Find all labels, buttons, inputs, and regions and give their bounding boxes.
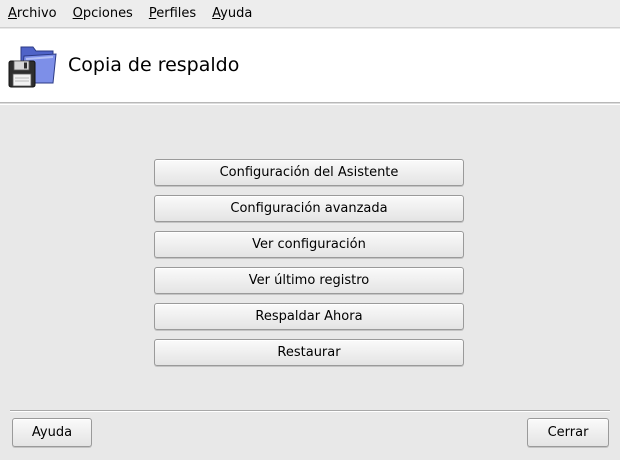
backup-floppy-folder-icon xyxy=(7,43,59,91)
menu-perfiles[interactable]: Perfiles xyxy=(149,6,196,21)
header-divider xyxy=(0,102,620,105)
footer-divider xyxy=(10,410,610,412)
menu-archivo[interactable]: Archivo xyxy=(8,6,57,21)
menubar: Archivo Opciones Perfiles Ayuda xyxy=(0,0,620,28)
backup-now-button[interactable]: Respaldar Ahora xyxy=(154,303,464,330)
header-banner: Copia de respaldo xyxy=(0,29,620,102)
view-configuration-button[interactable]: Ver configuración xyxy=(154,231,464,258)
close-button[interactable]: Cerrar xyxy=(527,418,609,447)
help-button[interactable]: Ayuda xyxy=(12,418,92,447)
page-title: Copia de respaldo xyxy=(68,54,240,76)
backup-window: Archivo Opciones Perfiles Ayuda Copia de… xyxy=(0,0,620,460)
menu-opciones[interactable]: Opciones xyxy=(73,6,133,21)
advanced-configuration-button[interactable]: Configuración avanzada xyxy=(154,195,464,222)
menu-ayuda[interactable]: Ayuda xyxy=(212,6,252,21)
view-last-log-button[interactable]: Ver último registro xyxy=(154,267,464,294)
restore-button[interactable]: Restaurar xyxy=(154,339,464,366)
wizard-configuration-button[interactable]: Configuración del Asistente xyxy=(154,159,464,186)
